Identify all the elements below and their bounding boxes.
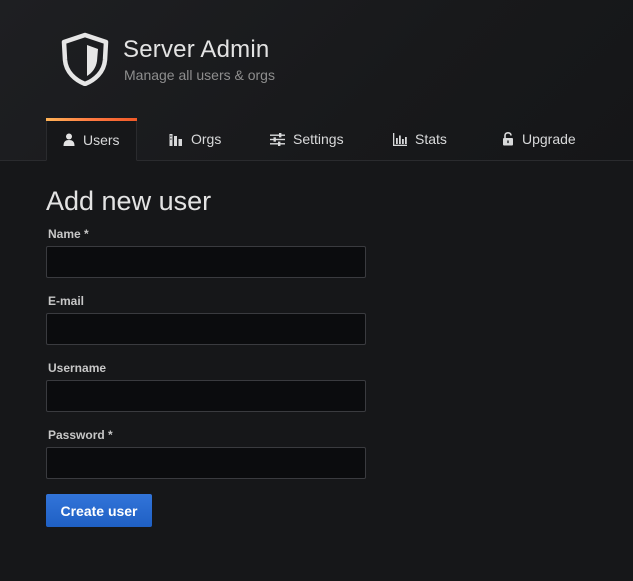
building-icon xyxy=(169,133,182,146)
page-title-header: Server Admin xyxy=(123,36,270,63)
form-title: Add new user xyxy=(46,186,212,216)
page-header: Server Admin Manage all users & orgs Use… xyxy=(0,0,633,161)
sliders-icon xyxy=(270,132,285,146)
page-subtitle: Manage all users & orgs xyxy=(124,67,275,83)
create-user-button[interactable]: Create user xyxy=(46,494,152,527)
tab-label: Orgs xyxy=(191,131,222,147)
tab-orgs[interactable]: Orgs xyxy=(169,118,221,160)
tab-users[interactable]: Users xyxy=(46,118,137,161)
name-label: Name * xyxy=(48,227,89,241)
tab-label: Upgrade xyxy=(522,131,576,147)
unlock-icon xyxy=(503,132,513,146)
username-label: Username xyxy=(48,361,107,375)
shield-icon xyxy=(61,32,109,86)
password-label: Password * xyxy=(48,428,113,442)
name-input[interactable] xyxy=(46,246,366,278)
tab-upgrade[interactable]: Upgrade xyxy=(502,118,576,160)
username-input[interactable] xyxy=(46,380,366,412)
tab-label: Users xyxy=(83,131,120,148)
email-label: E-mail xyxy=(48,294,85,308)
password-input[interactable] xyxy=(46,447,366,479)
user-icon xyxy=(63,133,75,146)
tab-label: Stats xyxy=(415,131,447,147)
tab-stats[interactable]: Stats xyxy=(393,118,447,160)
bar-chart-icon xyxy=(393,132,407,146)
tab-bar: Users Orgs Settings Stats Upgrade xyxy=(0,118,633,161)
email-input[interactable] xyxy=(46,313,366,345)
tab-settings[interactable]: Settings xyxy=(270,118,344,160)
tab-label: Settings xyxy=(293,131,344,147)
